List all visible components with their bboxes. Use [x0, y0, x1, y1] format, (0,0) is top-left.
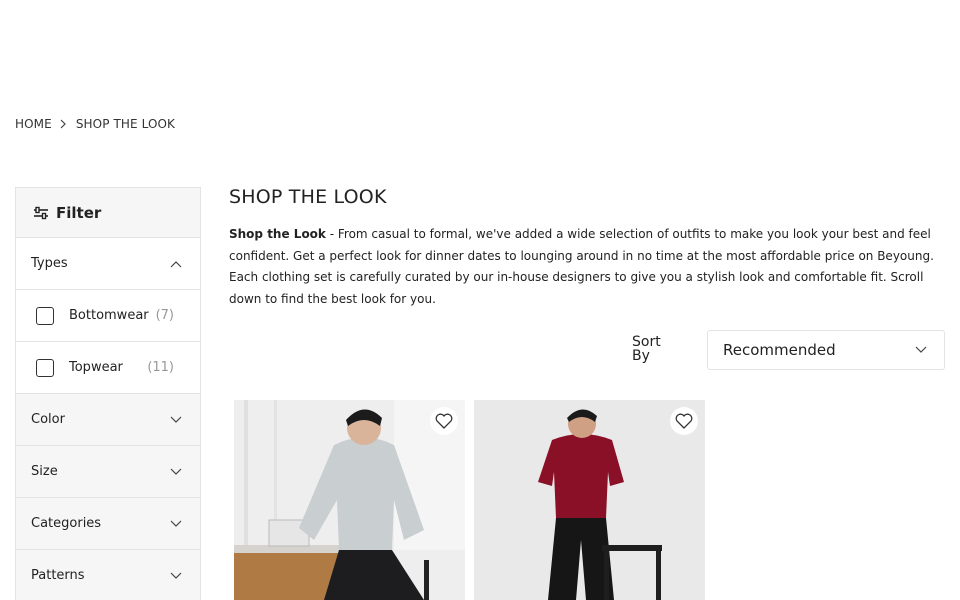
- site-header: [0, 0, 960, 100]
- chevron-right-icon: [58, 119, 68, 129]
- breadcrumb: HOME SHOP THE LOOK: [15, 117, 175, 131]
- description-lead: Shop the Look: [229, 227, 326, 241]
- breadcrumb-current: SHOP THE LOOK: [75, 117, 176, 131]
- filter-section-label: Patterns: [31, 568, 85, 583]
- filter-section-categories[interactable]: Categories: [16, 498, 200, 550]
- sort-selected-value: Recommended: [723, 341, 836, 359]
- chevron-down-icon: [915, 346, 927, 354]
- filter-section-label: Categories: [31, 516, 102, 531]
- filter-option-topwear[interactable]: Topwear (11): [16, 342, 200, 394]
- chevron-down-icon: [170, 572, 182, 580]
- filter-option-count: (7): [155, 308, 174, 323]
- heart-outline-icon: [435, 413, 453, 429]
- filter-section-color[interactable]: Color: [16, 394, 200, 446]
- product-card[interactable]: [474, 400, 705, 600]
- filter-section-patterns[interactable]: Patterns: [16, 550, 200, 600]
- product-image: [474, 400, 705, 600]
- chevron-up-icon: [170, 260, 182, 268]
- wishlist-button[interactable]: [670, 407, 698, 435]
- description-body: - From casual to formal, we've added a w…: [229, 227, 934, 307]
- chevron-down-icon: [170, 416, 182, 424]
- filter-option-bottomwear[interactable]: Bottomwear (7): [16, 290, 200, 342]
- sort-dropdown[interactable]: Recommended: [707, 330, 945, 370]
- product-image: [234, 400, 465, 600]
- sort-label: Sort By: [632, 334, 661, 364]
- filter-title: Filter: [56, 203, 102, 222]
- checkbox[interactable]: [36, 358, 54, 377]
- filter-header: Filter: [16, 188, 200, 238]
- filter-option-count: (11): [147, 360, 174, 375]
- heart-outline-icon: [675, 413, 693, 429]
- page-description: Shop the Look - From casual to formal, w…: [229, 224, 941, 311]
- filter-section-types[interactable]: Types: [16, 238, 200, 290]
- filter-sidebar: Filter Types Bottomwear (7) Topwear (11)…: [15, 187, 201, 600]
- filter-section-label: Color: [31, 412, 65, 427]
- filter-section-label: Size: [31, 464, 58, 479]
- page-title: SHOP THE LOOK: [229, 186, 387, 208]
- filter-option-label: Bottomwear: [69, 308, 149, 323]
- chevron-down-icon: [170, 520, 182, 528]
- wishlist-button[interactable]: [430, 407, 458, 435]
- sliders-icon: [33, 206, 49, 220]
- filter-section-label: Types: [31, 256, 68, 271]
- breadcrumb-home[interactable]: HOME: [15, 117, 52, 131]
- filter-section-size[interactable]: Size: [16, 446, 200, 498]
- chevron-down-icon: [170, 468, 182, 476]
- product-card[interactable]: [234, 400, 465, 600]
- checkbox[interactable]: [36, 306, 54, 325]
- filter-option-label: Topwear: [69, 360, 123, 375]
